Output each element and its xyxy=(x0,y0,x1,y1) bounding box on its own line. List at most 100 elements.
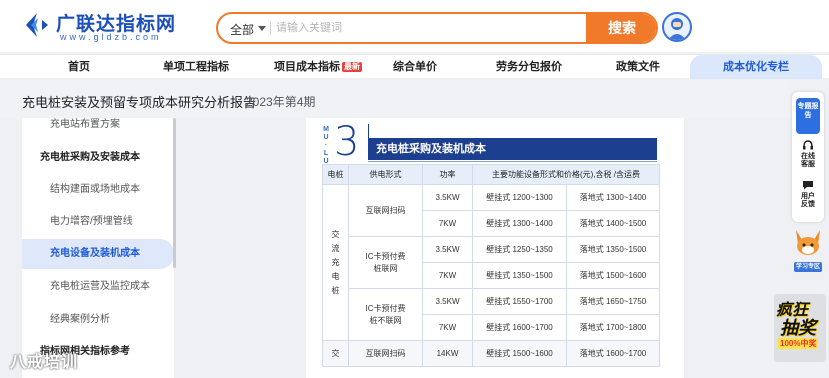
power-cell: 14KW xyxy=(422,340,473,367)
table-row: IC卡预付费 桩不联网 3.5KW 壁挂式 1550~1700 落地式 1650… xyxy=(323,288,660,341)
wall-price-cell: 壁挂式 1600~1700 xyxy=(472,314,567,341)
page-title: 充电桩安装及预留专项成本研究分析报告 xyxy=(22,95,257,110)
sidebar-scrollbar[interactable] xyxy=(173,118,176,268)
nav-item-cost-optimization[interactable]: 成本优化专栏 xyxy=(690,55,822,79)
column-header: 功率 xyxy=(422,164,473,185)
pile-type-char: 充 xyxy=(331,257,340,267)
feedback-icon xyxy=(803,181,813,190)
mulu-char: U xyxy=(323,134,329,141)
nav-item-single-project[interactable]: 单项工程指标 xyxy=(163,55,229,79)
wall-price-cell: 壁挂式 1500~1600 xyxy=(472,340,567,367)
sidebar-item-structure[interactable]: 结构建面或场地成本 xyxy=(22,175,174,205)
column-header: 电桩 xyxy=(322,164,349,185)
pile-type-cell: 交 流 充 电 桩 xyxy=(322,184,349,341)
mulu-label: M U · L U xyxy=(321,126,331,166)
search-divider xyxy=(270,21,271,35)
power-cell: 7KW xyxy=(422,314,473,341)
nav-item-policy[interactable]: 政策文件 xyxy=(616,55,660,79)
chevron-down-icon[interactable] xyxy=(258,26,266,31)
nav-item-label: 综合单价 xyxy=(393,61,437,73)
brand-url: www.gldzb.com xyxy=(60,32,162,42)
wall-price-cell: 壁挂式 1550~1700 xyxy=(472,288,567,315)
sidebar-item-operation[interactable]: 充电桩运营及监控成本 xyxy=(22,272,174,302)
logo-mark-icon xyxy=(26,13,48,37)
topic-report-button[interactable]: 专题报告 xyxy=(796,98,820,134)
report-sidebar: 充电站布置方案 充电桩采购及安装成本 结构建面或场地成本 电力增容/预埋管线 充… xyxy=(22,118,174,378)
pile-type-char: 交 xyxy=(331,229,340,239)
study-zone-mascot[interactable]: 学习专区 xyxy=(790,226,826,274)
mulu-char: M xyxy=(323,126,329,133)
nav-item-project-cost[interactable]: 项目成本指标 最新 xyxy=(274,55,362,79)
power-cell: 7KW xyxy=(422,210,473,237)
sidebar-item-power[interactable]: 电力增容/预埋管线 xyxy=(22,207,174,237)
site-logo[interactable]: 广联达指标网 www.gldzb.com xyxy=(22,8,192,44)
user-avatar-icon xyxy=(668,18,686,40)
table-row: 交 互联网扫码 14KW 壁挂式 1500~1600 落地式 1600~1700 xyxy=(322,340,660,367)
floor-price-cell: 落地式 1650~1750 xyxy=(566,288,660,315)
floating-toolbar: 专题报告 在线客服 用户反馈 xyxy=(792,92,824,222)
sidebar-item-layout[interactable]: 充电站布置方案 xyxy=(22,110,174,140)
section-stub xyxy=(368,124,369,138)
floor-price-cell: 落地式 1400~1500 xyxy=(566,210,660,237)
power-cell: 3.5KW xyxy=(422,184,473,211)
search-bar: 全部 搜索 xyxy=(216,12,658,44)
mulu-char: · xyxy=(324,142,328,149)
wall-price-cell: 壁挂式 1200~1300 xyxy=(472,184,567,211)
wall-price-cell: 壁挂式 1350~1500 xyxy=(472,262,567,289)
study-zone-label: 学习专区 xyxy=(795,264,820,270)
section-rule xyxy=(368,161,657,162)
floor-price-cell: 落地式 1350~1500 xyxy=(566,236,660,263)
table-row: 交 流 充 电 桩 互联网扫码 3.5KW 壁挂式 1200~1300 落地式 … xyxy=(322,184,660,341)
mulu-char: L xyxy=(323,150,329,157)
supply-cell: IC卡预付费 桩不联网 xyxy=(348,288,423,341)
nav-item-label: 单项工程指标 xyxy=(163,61,229,73)
column-header: 供电形式 xyxy=(348,164,423,185)
nav-item-label: 首页 xyxy=(68,61,90,73)
sidebar-group-procurement[interactable]: 充电桩采购及安装成本 xyxy=(22,143,174,173)
wall-price-cell: 壁挂式 1250~1350 xyxy=(472,236,567,263)
power-cell: 7KW xyxy=(422,262,473,289)
section-title: 充电桩采购及装机成本 xyxy=(368,138,657,160)
pile-type-cell: 交 xyxy=(322,340,349,367)
search-input[interactable] xyxy=(276,16,586,40)
power-cell: 3.5KW xyxy=(422,288,473,315)
online-service-button[interactable]: 在线客服 xyxy=(792,140,824,169)
pile-type-char: 桩 xyxy=(331,285,340,295)
lottery-promo[interactable]: 疯狂 抽奖 100%中奖 xyxy=(770,292,828,364)
wall-price-cell: 壁挂式 1300~1400 xyxy=(472,210,567,237)
report-document: M U · L U 3 充电桩采购及装机成本 电桩 供电形式 功率 主要功能设备… xyxy=(306,118,684,378)
column-header: 主要功能设备形式和价格(元),含税 /含运费 xyxy=(472,164,660,185)
watermark: 八戒培训 xyxy=(10,354,79,371)
search-scope-select[interactable]: 全部 xyxy=(230,21,254,38)
feedback-button[interactable]: 用户反馈 xyxy=(792,180,824,209)
nav-item-label: 劳务分包报价 xyxy=(496,61,562,73)
floor-price-cell: 落地式 1600~1700 xyxy=(566,340,660,367)
supply-cell: 互联网扫码 xyxy=(348,340,423,367)
table-header-row: 电桩 供电形式 功率 主要功能设备形式和价格(元),含税 /含运费 xyxy=(322,164,660,185)
new-badge: 最新 xyxy=(342,62,362,72)
pile-type-char: 电 xyxy=(331,271,340,281)
floor-price-cell: 落地式 1300~1400 xyxy=(566,184,660,211)
search-button[interactable]: 搜索 xyxy=(586,14,656,42)
sidebar-item-equipment[interactable]: 充电设备及装机成本 xyxy=(22,239,174,269)
supply-cell: IC卡预付费 桩联网 xyxy=(348,236,423,289)
nav-item-label: 项目成本指标 xyxy=(274,61,340,73)
nav-item-home[interactable]: 首页 xyxy=(68,55,90,79)
nav-item-labor-subcontract[interactable]: 劳务分包报价 xyxy=(496,55,562,79)
section-number: 3 xyxy=(334,119,360,165)
headset-icon xyxy=(803,140,813,150)
nav-item-unit-price[interactable]: 综合单价 xyxy=(393,55,437,79)
promo-label: 100%中奖 xyxy=(778,338,819,349)
nav-item-label: 政策文件 xyxy=(616,61,660,73)
avatar[interactable] xyxy=(662,12,692,42)
sidebar-item-cases[interactable]: 经典案例分析 xyxy=(22,305,174,335)
promo-label: 抽奖 xyxy=(780,318,816,338)
cost-table: 电桩 供电形式 功率 主要功能设备形式和价格(元),含税 /含运费 交 流 充 … xyxy=(322,164,660,367)
main-nav: 首页 单项工程指标 项目成本指标 最新 综合单价 劳务分包报价 政策文件 成本优化… xyxy=(0,54,829,79)
table-row: IC卡预付费 桩联网 3.5KW 壁挂式 1250~1350 落地式 1350~… xyxy=(323,236,660,289)
site-header: 广联达指标网 www.gldzb.com 全部 搜索 xyxy=(0,0,829,52)
power-cell: 3.5KW xyxy=(422,236,473,263)
floor-price-cell: 落地式 1500~1600 xyxy=(566,262,660,289)
online-service-label: 在线客服 xyxy=(801,153,815,168)
floor-price-cell: 落地式 1700~1800 xyxy=(566,314,660,341)
